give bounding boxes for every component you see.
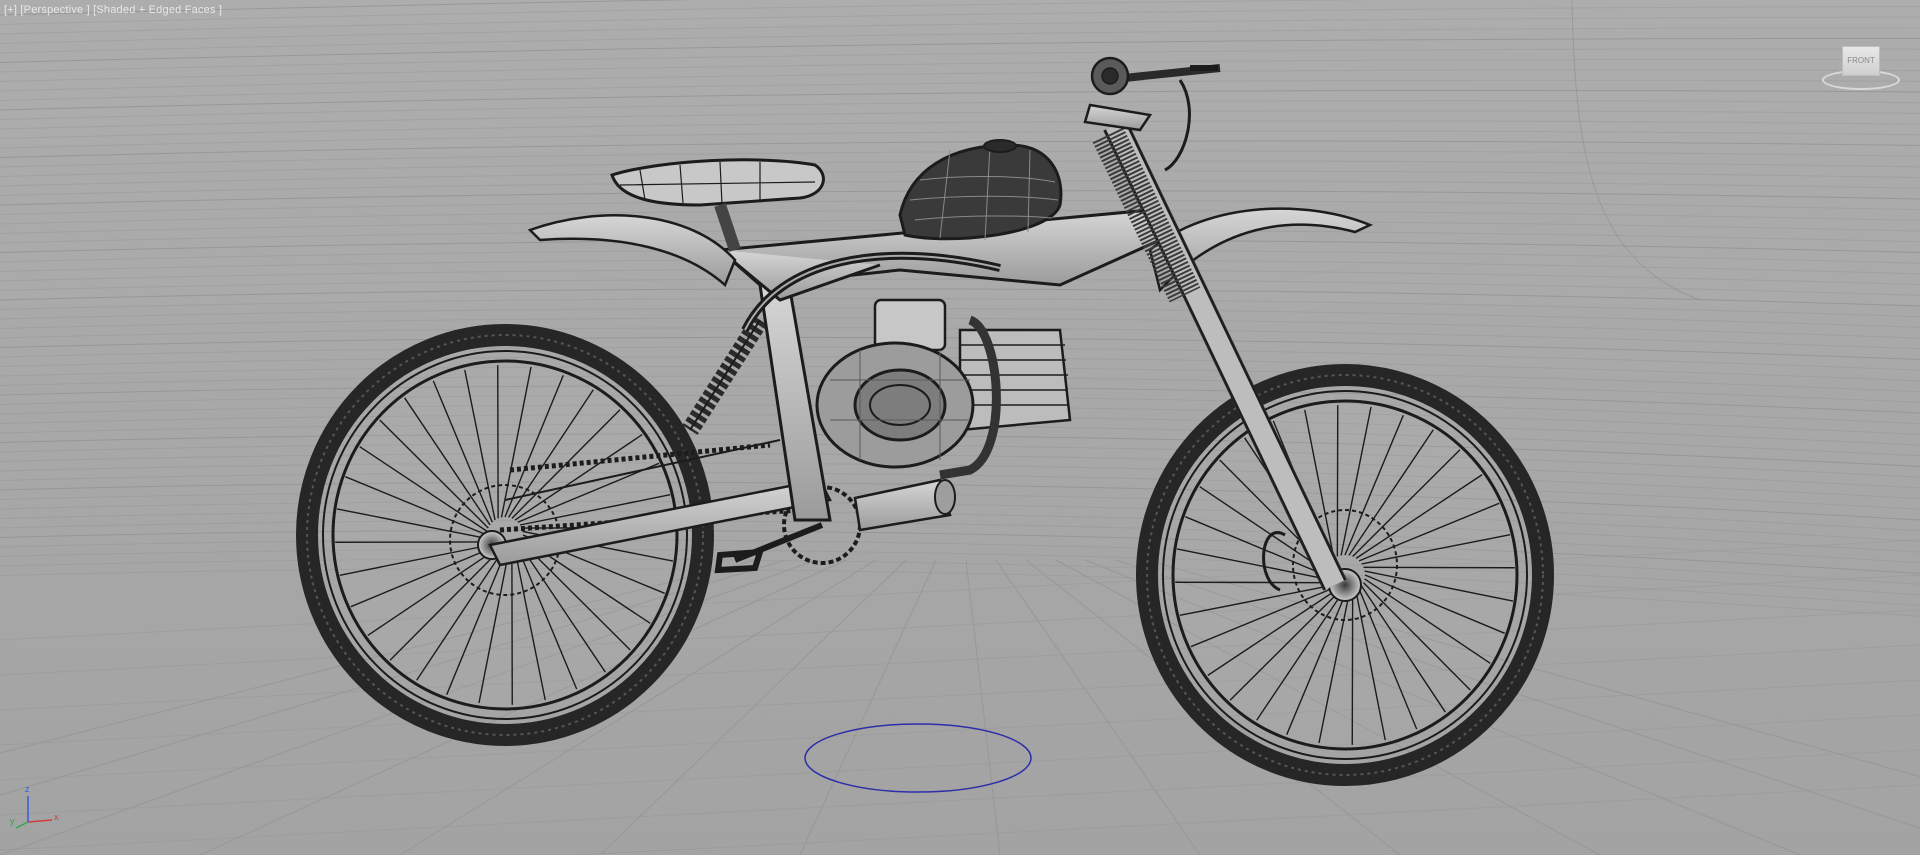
- axis-tripod: x z y: [10, 784, 60, 830]
- fuel-tank: [898, 139, 1063, 241]
- viewcube[interactable]: FRONT: [1818, 36, 1904, 98]
- scene-canvas[interactable]: [0, 0, 1920, 855]
- backdrop-wire-grid: [0, 0, 1920, 617]
- viewcube-face-front[interactable]: FRONT: [1842, 46, 1880, 76]
- front-wheel[interactable]: [1136, 364, 1554, 786]
- rear-shock: [682, 315, 768, 435]
- handlebars: [1083, 56, 1221, 172]
- floor-wire-grid: [0, 539, 1920, 855]
- motorbike-model[interactable]: [296, 56, 1554, 786]
- perspective-viewport[interactable]: [+] [Perspective ] [Shaded + Edged Faces…: [0, 0, 1920, 855]
- engine: [815, 298, 1072, 469]
- view-type-menu[interactable]: [Perspective ]: [20, 4, 89, 16]
- rear-fender: [527, 214, 737, 288]
- selection-gizmo[interactable]: [804, 723, 1032, 793]
- viewport-menu[interactable]: [+]: [4, 4, 17, 16]
- axis-x-label: x: [54, 812, 59, 822]
- viewport-label: [+] [Perspective ] [Shaded + Edged Faces…: [4, 4, 222, 16]
- axis-z-label: z: [25, 784, 30, 794]
- axis-y-label: y: [10, 816, 15, 826]
- shading-mode-menu[interactable]: [Shaded + Edged Faces ]: [93, 4, 222, 16]
- axis-tripod-icon: [15, 796, 53, 829]
